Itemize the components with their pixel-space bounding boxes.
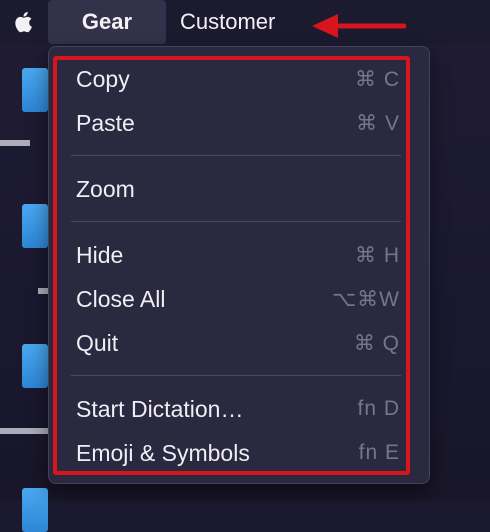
menu-customer[interactable]: Customer: [180, 0, 275, 44]
annotation-arrow: [312, 14, 407, 38]
shortcut-label: ⌘ Q: [353, 331, 400, 355]
desktop-icon-label: [0, 140, 30, 146]
shortcut-label: ⌥⌘W: [331, 287, 400, 311]
menu-item-paste[interactable]: Paste ⌘ V: [76, 105, 400, 141]
menu-item-quit[interactable]: Quit ⌘ Q: [76, 325, 400, 361]
menu-item-label: Zoom: [76, 175, 135, 202]
shortcut-label: ⌘ V: [356, 111, 400, 135]
apple-logo-icon[interactable]: [9, 7, 39, 37]
menu-item-label: Hide: [76, 241, 124, 268]
desktop-folder-icon[interactable]: [22, 344, 48, 388]
menu-item-label: Paste: [76, 109, 135, 136]
menu-item-zoom[interactable]: Zoom: [76, 171, 400, 207]
menu-item-label: Quit: [76, 329, 119, 356]
menu-separator: [71, 155, 401, 156]
menu-separator: [71, 375, 401, 376]
menu-item-label: Start Dictation…: [76, 395, 244, 422]
menu-item-close-all[interactable]: Close All ⌥⌘W: [76, 281, 400, 317]
desktop-folder-icon[interactable]: [22, 204, 48, 248]
shortcut-label: ⌘ H: [355, 243, 400, 267]
menu-item-label: Copy: [76, 65, 130, 92]
menu-item-emoji-symbols[interactable]: Emoji & Symbols fn E: [76, 435, 400, 471]
menu-item-copy[interactable]: Copy ⌘ C: [76, 61, 400, 97]
desktop-icon-label: [0, 428, 48, 434]
shortcut-label: fn D: [357, 397, 400, 420]
menu-bar: Gear Customer: [0, 0, 490, 44]
desktop-folder-icon[interactable]: [22, 68, 48, 112]
menu-separator: [71, 221, 401, 222]
menu-item-label: Close All: [76, 285, 166, 312]
app-menu-gear[interactable]: Gear: [48, 0, 166, 44]
desktop-folder-icon[interactable]: [22, 488, 48, 532]
menu-item-hide[interactable]: Hide ⌘ H: [76, 237, 400, 273]
shortcut-label: ⌘ C: [355, 67, 400, 91]
menu-item-start-dictation[interactable]: Start Dictation… fn D: [76, 391, 400, 427]
menu-item-label: Emoji & Symbols: [76, 439, 250, 466]
desktop-icon-label: [38, 288, 48, 294]
shortcut-label: fn E: [358, 441, 400, 464]
